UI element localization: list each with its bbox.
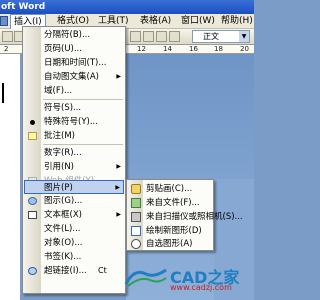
menu-item-label: 分隔符(B)... <box>44 30 91 40</box>
title-bar: oft Word <box>0 0 254 14</box>
zoom-icon[interactable] <box>169 31 180 42</box>
picture-submenu: 剪贴画(C)... 来自文件(F)... 来自扫描仪或照相机(S)... 绘制新… <box>126 179 243 251</box>
menu-item-autotext[interactable]: 自动图文集(A) ▶ <box>24 70 124 84</box>
document-area[interactable] <box>0 54 20 300</box>
text-cursor <box>2 83 4 103</box>
menu-item-label: 书签(K)... <box>44 252 82 262</box>
menu-table[interactable]: 表格(A) <box>137 15 174 27</box>
menu-item-break[interactable]: 分隔符(B)... <box>24 28 124 42</box>
menu-item-new-drawing[interactable]: 绘制新图形(D) <box>128 224 213 238</box>
menu-item-diagram[interactable]: 图示(G)... <box>24 194 124 208</box>
autoshape-icon <box>131 239 141 249</box>
style-select-value: 正文 <box>203 32 219 41</box>
ruler-number: 20 <box>240 45 249 53</box>
menu-item-symbol[interactable]: 符号(S)... <box>24 101 124 115</box>
menu-item-label: 图片(P) <box>44 183 73 193</box>
diagram-icon <box>28 197 37 205</box>
from-file-icon <box>131 198 141 208</box>
menu-item-label: 文件(L)... <box>44 224 81 234</box>
new-icon[interactable] <box>2 31 13 42</box>
menu-item-special-symbol[interactable]: 特殊符号(Y)... <box>24 115 124 129</box>
menu-item-label: 引用(N) <box>44 162 74 172</box>
ruler-number: 14 <box>163 45 172 53</box>
menu-item-file[interactable]: 文件(L)... <box>24 222 124 236</box>
menu-item-label: 数字(R)... <box>44 148 82 158</box>
menu-item-hyperlink[interactable]: 超链接(I)... Ct <box>24 264 124 278</box>
ruler-number: 12 <box>137 45 146 53</box>
window-title: oft Word <box>1 2 46 12</box>
menu-item-date-time[interactable]: 日期和时间(T)... <box>24 56 124 70</box>
menu-item-clipart[interactable]: 剪贴画(C)... <box>128 182 213 196</box>
menu-item-picture[interactable]: 图片(P) ▶ <box>24 180 124 194</box>
menu-item-label: 域(F)... <box>44 86 73 96</box>
menu-item-comment[interactable]: 批注(M) <box>24 129 124 143</box>
menu-item-label: 文本框(X) <box>44 210 82 220</box>
ruler-number: 18 <box>214 45 223 53</box>
menu-item-label: 图示(G)... <box>44 196 83 206</box>
menu-item-label: 日期和时间(T)... <box>44 58 107 68</box>
menu-item-label: 特殊符号(Y)... <box>44 117 98 127</box>
menu-item-label: 来自文件(F)... <box>146 198 200 208</box>
ruler-number: 16 <box>189 45 198 53</box>
bullet-icon <box>30 120 35 125</box>
cad-logo-icon <box>124 268 167 287</box>
menu-separator <box>43 99 123 100</box>
style-select[interactable]: 正文 ▼ <box>192 30 250 43</box>
menu-item-label: 绘制新图形(D) <box>146 226 202 236</box>
comment-icon <box>28 132 37 140</box>
menu-item-label: 页码(U)... <box>44 44 82 54</box>
insert-table-icon[interactable] <box>130 31 141 42</box>
menu-item-label: 超链接(I)... <box>44 266 87 276</box>
menu-item-object[interactable]: 对象(O)... <box>24 236 124 250</box>
submenu-arrow-icon: ▶ <box>116 73 121 80</box>
scanner-icon <box>131 212 141 222</box>
menu-item-from-file[interactable]: 来自文件(F)... <box>128 196 213 210</box>
menu-item-shortcut: Ct <box>98 266 107 275</box>
menu-item-autoshape[interactable]: 自选图形(A) <box>128 237 213 251</box>
clipart-icon <box>131 184 141 194</box>
menu-window[interactable]: 窗口(W) <box>178 15 218 27</box>
new-drawing-icon <box>131 226 141 236</box>
menu-item-label: 批注(M) <box>44 131 75 141</box>
submenu-arrow-icon: ▶ <box>116 163 121 170</box>
menu-help[interactable]: 帮助(H) <box>218 15 256 27</box>
menu-item-label: 自动图文集(A) <box>44 72 99 82</box>
menu-item-label: 符号(S)... <box>44 103 82 113</box>
menu-item-field[interactable]: 域(F)... <box>24 84 124 98</box>
chevron-down-icon[interactable]: ▼ <box>239 31 249 42</box>
menu-item-reference[interactable]: 引用(N) ▶ <box>24 160 124 174</box>
menu-item-label: 来自扫描仪或照相机(S)... <box>146 212 243 222</box>
ruler-number: 2 <box>4 45 9 53</box>
menu-item-textbox[interactable]: 文本框(X) ▶ <box>24 208 124 222</box>
textbox-icon <box>28 211 37 219</box>
hyperlink-icon <box>28 267 37 275</box>
menu-item-scanner-camera[interactable]: 来自扫描仪或照相机(S)... <box>128 210 243 224</box>
columns-icon[interactable] <box>143 31 154 42</box>
submenu-arrow-icon: ▶ <box>115 184 120 191</box>
menu-item-number[interactable]: 数字(R)... <box>24 146 124 160</box>
watermark-url: www.cadzj.com <box>170 283 232 292</box>
menu-separator <box>43 144 123 145</box>
menu-item-label: 自选图形(A) <box>146 239 193 249</box>
menu-item-label: 对象(O)... <box>44 238 83 248</box>
submenu-arrow-icon: ▶ <box>116 211 121 218</box>
drawing-icon[interactable] <box>156 31 167 42</box>
menu-item-page-numbers[interactable]: 页码(U)... <box>24 42 124 56</box>
menu-item-bookmark[interactable]: 书签(K)... <box>24 250 124 264</box>
menu-item-label: 剪贴画(C)... <box>146 184 193 194</box>
app-menu-icon[interactable] <box>0 16 8 26</box>
insert-menu: 分隔符(B)... 页码(U)... 日期和时间(T)... 自动图文集(A) … <box>22 26 126 294</box>
